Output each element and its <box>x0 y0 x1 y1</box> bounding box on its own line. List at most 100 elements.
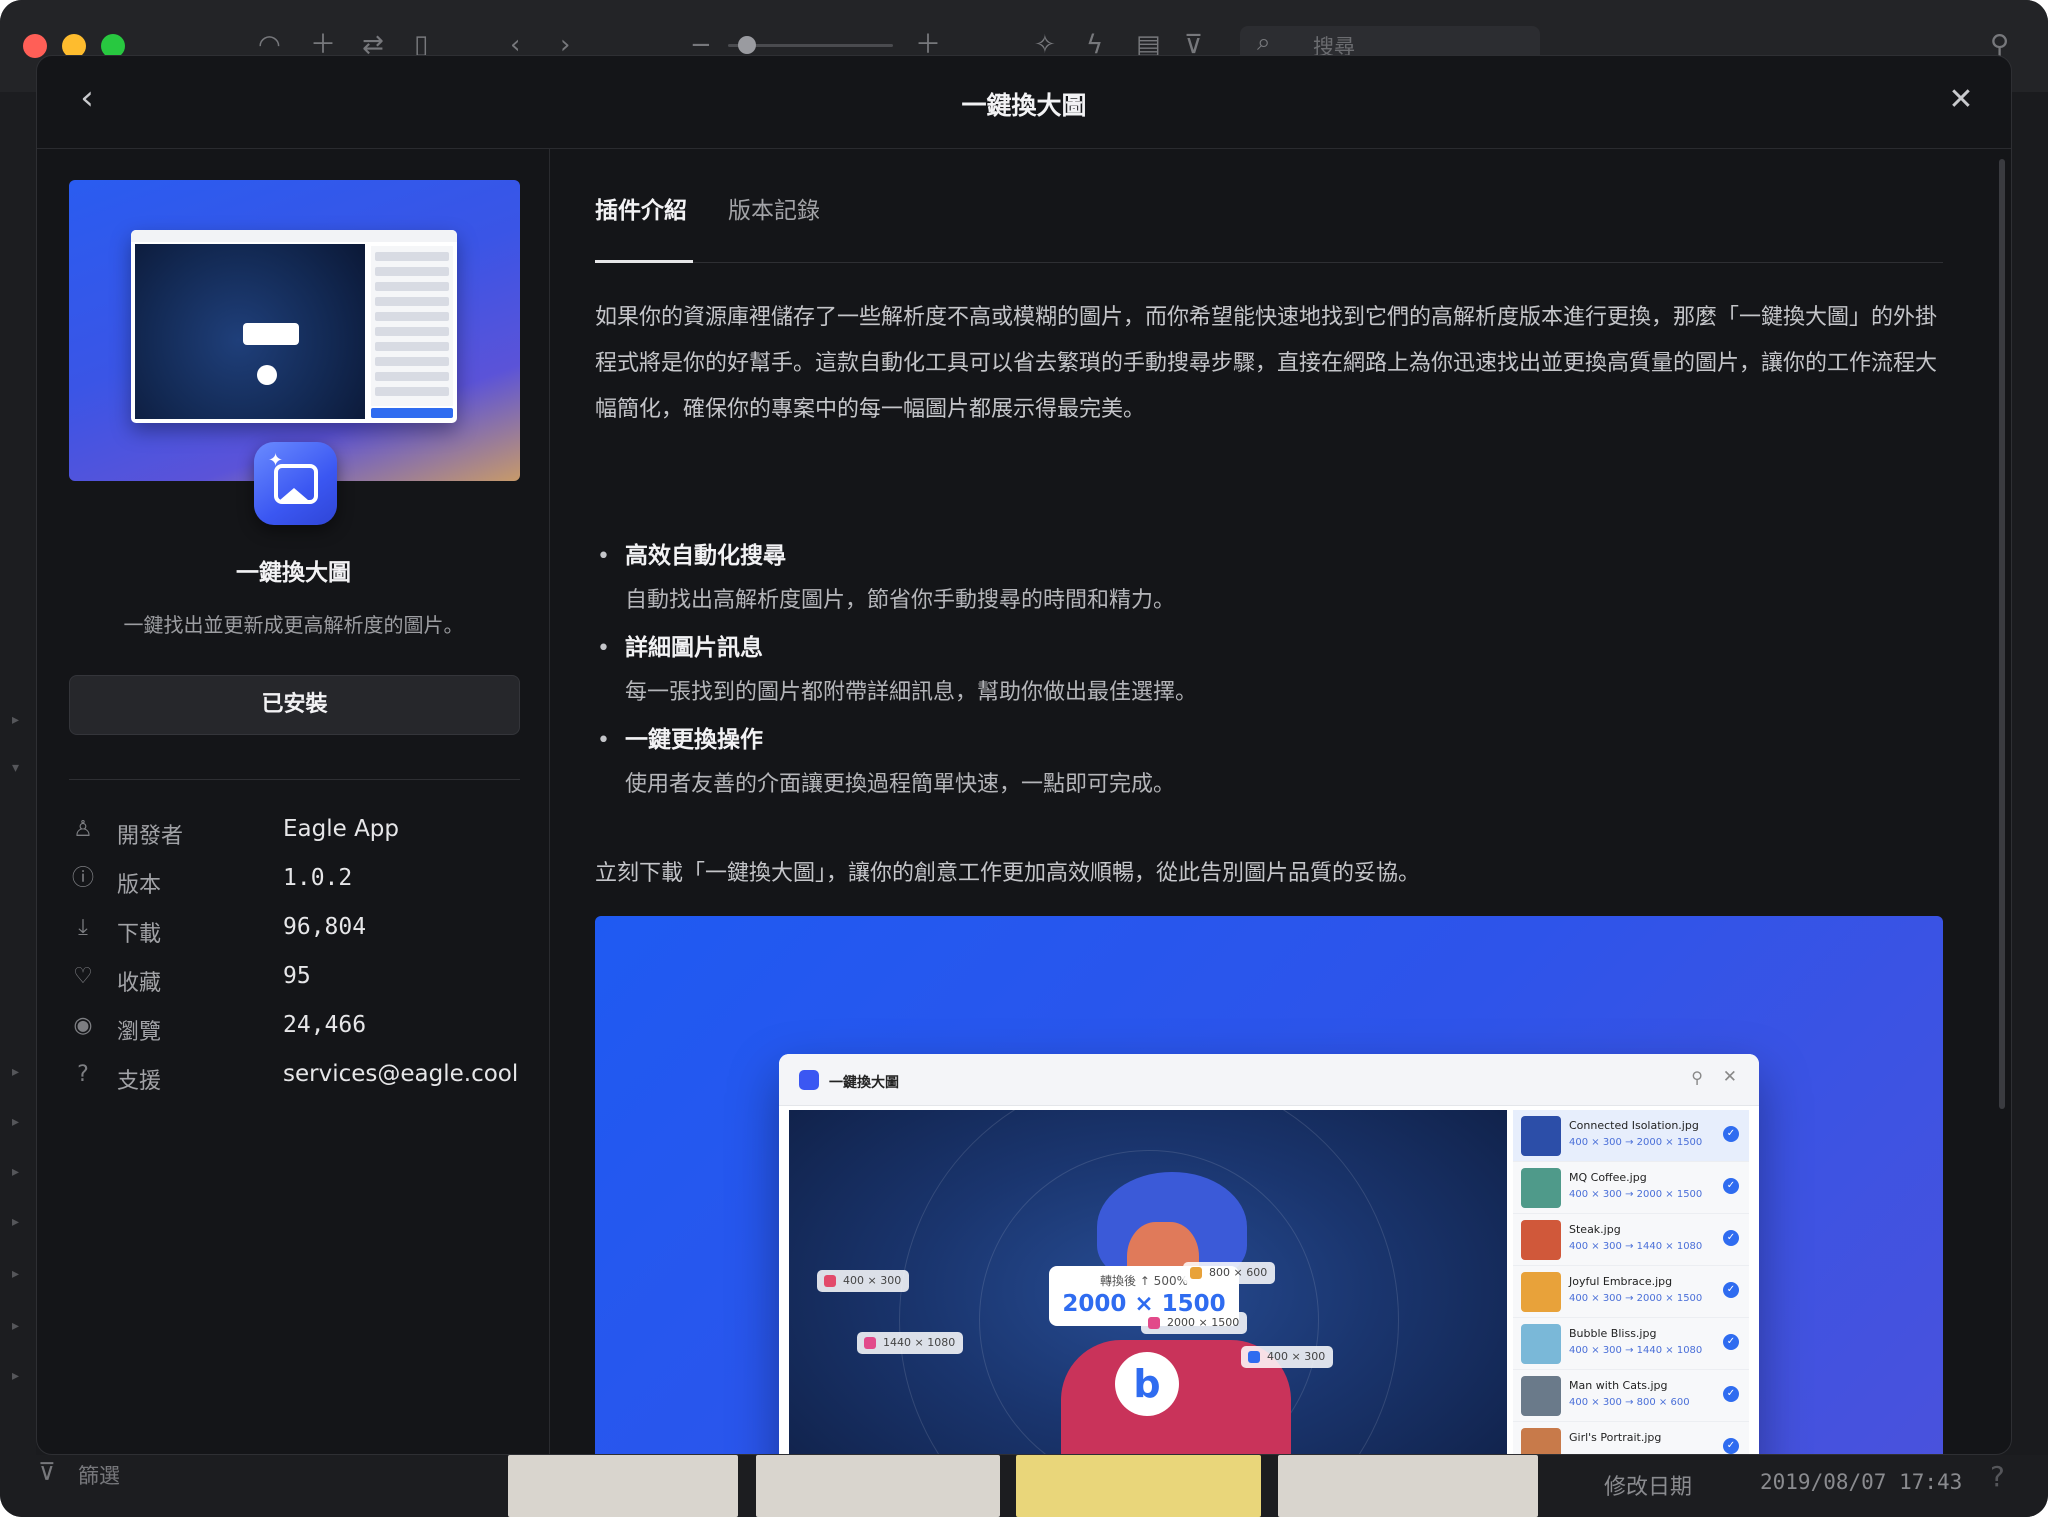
list-item: Bubble Bliss.jpg 400 × 300 → 1440 × 1080… <box>1513 1318 1749 1370</box>
filter-icon[interactable]: ⊽ <box>38 1458 56 1486</box>
check-icon: ✓ <box>1723 1386 1739 1402</box>
download-icon: ⤓ <box>78 915 88 940</box>
tab-bar: 插件介紹 版本記錄 <box>595 149 1943 263</box>
info-row-favorites: ♡ 收藏 95 <box>69 959 520 999</box>
file-name: Connected Isolation.jpg <box>1569 1119 1699 1132</box>
plugin-description-panel: 插件介紹 版本記錄 如果你的資源庫裡儲存了一些解析度不高或模糊的圖片，而你希望能… <box>550 149 2011 1454</box>
intro-paragraph: 如果你的資源庫裡儲存了一些解析度不高或模糊的圖片，而你希望能快速地找到它們的高解… <box>595 305 1938 422</box>
feature-title: 詳細圖片訊息 <box>625 635 763 661</box>
file-name: Steak.jpg <box>1569 1223 1621 1236</box>
feature-list: • 高效自動化搜尋 自動找出高解析度圖片，節省你手動搜尋的時間和精力。 • 詳細… <box>595 536 1943 812</box>
tab-changelog[interactable]: 版本記錄 <box>728 191 820 225</box>
preview-app-window: 一鍵換大圖 ⚲ ✕ 轉換後 ↑ 500% 2000 × 1500 b 400 ×… <box>779 1054 1759 1454</box>
library-thumbnail[interactable] <box>508 1455 738 1517</box>
file-name: Joyful Embrace.jpg <box>1569 1275 1673 1288</box>
info-row-support: ? 支援 services@eagle.cool <box>69 1057 520 1097</box>
file-size: 400 × 300 → 1440 × 1080 <box>1569 1345 1703 1356</box>
preview-banner: 一鍵換大圖 ⚲ ✕ 轉換後 ↑ 500% 2000 × 1500 b 400 ×… <box>595 916 1943 1454</box>
preview-artwork: 轉換後 ↑ 500% 2000 × 1500 b 400 × 300 800 ×… <box>789 1110 1507 1454</box>
expand-arrow-icon[interactable]: ▸ <box>12 1114 19 1130</box>
list-item: Man with Cats.jpg 400 × 300 → 800 × 600 … <box>1513 1370 1749 1422</box>
feature-item: • 一鍵更換操作 使用者友善的介面讓更換過程簡單快速，一點即可完成。 <box>595 720 1943 812</box>
close-icon: ✕ <box>1948 82 1974 117</box>
help-icon: ? <box>77 1062 89 1087</box>
info-label: 收藏 <box>117 971 162 996</box>
file-name: Bubble Bliss.jpg <box>1569 1327 1657 1340</box>
check-icon: ✓ <box>1723 1230 1739 1246</box>
feature-title: 高效自動化搜尋 <box>625 543 786 569</box>
info-label: 版本 <box>117 873 162 898</box>
close-button[interactable]: ✕ <box>1941 80 1981 120</box>
developer-link[interactable]: Eagle App <box>283 816 399 842</box>
bullet-icon: • <box>597 636 610 661</box>
check-icon: ✓ <box>1723 1282 1739 1298</box>
dialog-header: ‹ 一鍵換大圖 ✕ <box>37 56 2011 149</box>
installed-button[interactable]: 已安裝 <box>69 675 520 735</box>
size-chip: 1440 × 1080 <box>857 1332 964 1354</box>
app-icon <box>799 1070 819 1090</box>
thumbnail <box>1521 1168 1561 1208</box>
support-email-link[interactable]: services@eagle.cool <box>283 1061 518 1087</box>
plugin-app-icon: ✦ <box>254 442 337 525</box>
filter-label[interactable]: 篩選 <box>78 1460 120 1490</box>
library-thumbnail[interactable] <box>756 1455 1000 1517</box>
feature-description: 使用者友善的介面讓更換過程簡單快速，一點即可完成。 <box>625 772 1176 797</box>
bullet-icon: • <box>597 544 610 569</box>
plugin-name: 一鍵換大圖 <box>236 560 351 586</box>
expand-arrow-icon[interactable]: ▸ <box>12 1164 19 1180</box>
preview-titlebar: 一鍵換大圖 ⚲ ✕ <box>779 1054 1759 1106</box>
expand-arrow-icon[interactable]: ▸ <box>12 1318 19 1334</box>
user-icon: ♙ <box>73 817 93 842</box>
size-chip: 2000 × 1500 <box>1141 1312 1248 1334</box>
preview-file-list: Connected Isolation.jpg 400 × 300 → 2000… <box>1513 1110 1749 1454</box>
info-label: 下載 <box>117 922 162 947</box>
info-label: 瀏覽 <box>117 1020 162 1045</box>
file-size: 400 × 300 → 800 × 600 <box>1569 1397 1690 1408</box>
expand-arrow-icon[interactable]: ▸ <box>12 712 19 728</box>
plugin-tagline: 一鍵找出並更新成更高解析度的圖片。 <box>123 613 464 637</box>
library-thumbnail[interactable] <box>1278 1455 1538 1517</box>
file-size: 400 × 300 → 1440 × 1080 <box>1569 1241 1703 1252</box>
info-row-downloads: ⤓ 下載 96,804 <box>69 910 520 950</box>
thumbnail <box>1521 1428 1561 1454</box>
bing-logo-icon: b <box>1115 1352 1179 1416</box>
active-tab-indicator <box>595 260 693 263</box>
info-label: 支援 <box>117 1069 162 1094</box>
file-size: 400 × 300 → 2000 × 1500 <box>1569 1189 1703 1200</box>
file-name: Man with Cats.jpg <box>1569 1379 1668 1392</box>
close-window-button[interactable] <box>23 34 47 58</box>
size-chip: 400 × 300 <box>1241 1346 1334 1368</box>
plugin-cover-image <box>69 180 520 481</box>
thumbnail <box>1521 1376 1561 1416</box>
file-name: MQ Coffee.jpg <box>1569 1171 1647 1184</box>
feature-item: • 高效自動化搜尋 自動找出高解析度圖片，節省你手動搜尋的時間和精力。 <box>595 536 1943 628</box>
size-chip: 400 × 300 <box>817 1270 910 1292</box>
preview-window-title: 一鍵換大圖 <box>829 1075 899 1091</box>
check-icon: ✓ <box>1723 1126 1739 1142</box>
help-icon[interactable]: ? <box>1990 1460 2005 1493</box>
scrollbar[interactable] <box>1999 159 2005 1109</box>
expand-arrow-icon[interactable]: ▸ <box>12 1064 19 1080</box>
views-value: 24,466 <box>283 1012 367 1038</box>
info-row-views: ◉ 瀏覽 24,466 <box>69 1008 520 1048</box>
info-row-developer: ♙ 開發者 Eagle App <box>69 812 520 852</box>
zoom-slider-knob[interactable] <box>738 36 756 54</box>
list-item: MQ Coffee.jpg 400 × 300 → 2000 × 1500 ✓ <box>1513 1162 1749 1214</box>
version-value: 1.0.2 <box>283 865 353 891</box>
check-icon: ✓ <box>1723 1178 1739 1194</box>
thumbnail <box>1521 1272 1561 1312</box>
collapse-arrow-icon[interactable]: ▾ <box>12 760 19 776</box>
list-item: Connected Isolation.jpg 400 × 300 → 2000… <box>1513 1110 1749 1162</box>
info-label: 開發者 <box>117 824 184 849</box>
thumbnail <box>1521 1220 1561 1260</box>
heart-icon: ♡ <box>73 964 93 989</box>
bullet-icon: • <box>597 728 610 753</box>
thumbnail <box>1521 1324 1561 1364</box>
modified-date-value: 2019/08/07 17:43 <box>1760 1470 1963 1494</box>
divider <box>69 779 520 780</box>
expand-arrow-icon[interactable]: ▸ <box>12 1266 19 1282</box>
library-thumbnail[interactable] <box>1016 1455 1261 1517</box>
tab-introduction[interactable]: 插件介紹 <box>595 191 687 225</box>
expand-arrow-icon[interactable]: ▸ <box>12 1368 19 1384</box>
expand-arrow-icon[interactable]: ▸ <box>12 1214 19 1230</box>
